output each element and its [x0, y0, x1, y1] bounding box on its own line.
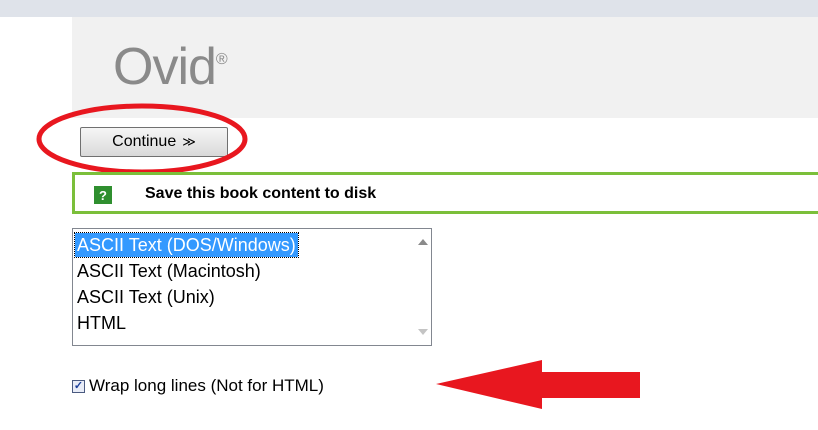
format-listbox[interactable]: ASCII Text (DOS/Windows) ASCII Text (Mac… [72, 228, 432, 346]
save-panel-title: Save this book content to disk [145, 185, 377, 202]
continue-button[interactable]: Continue ≫ [80, 127, 228, 157]
continue-button-label: Continue [112, 133, 177, 150]
format-option-html[interactable]: HTML [75, 311, 128, 335]
ovid-logo: Ovid® [113, 38, 228, 96]
save-content-panel: ? Save this book content to disk [72, 172, 818, 214]
listbox-scrollbar[interactable] [414, 229, 431, 345]
scroll-down-icon[interactable] [418, 329, 428, 335]
registered-mark: ® [215, 50, 228, 68]
format-option-unix[interactable]: ASCII Text (Unix) [75, 285, 217, 309]
help-icon[interactable]: ? [94, 186, 112, 204]
wrap-lines-label: Wrap long lines (Not for HTML) [89, 376, 324, 395]
scroll-up-icon[interactable] [418, 239, 428, 245]
format-option-dos-windows[interactable]: ASCII Text (DOS/Windows) [74, 232, 299, 258]
double-chevron-right-icon: ≫ [182, 134, 196, 149]
checkbox-icon[interactable]: ✓ [72, 379, 85, 393]
logo-text: Ovid [113, 38, 217, 96]
format-option-macintosh[interactable]: ASCII Text (Macintosh) [75, 259, 263, 283]
wrap-lines-option[interactable]: ✓ Wrap long lines (Not for HTML) [72, 374, 324, 398]
